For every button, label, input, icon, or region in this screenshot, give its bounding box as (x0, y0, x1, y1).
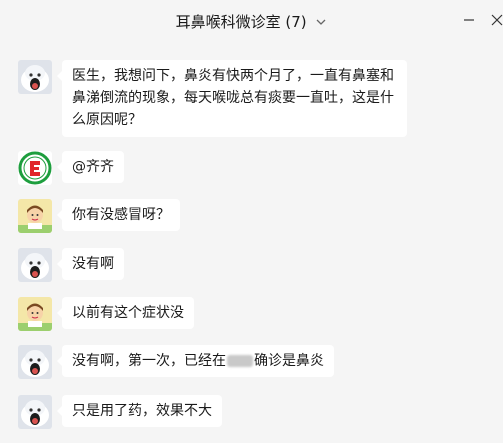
chat-window: 耳鼻喉科微诊室 (7) 医生，我想问下，鼻炎有快两个月了，一直有鼻塞和鼻涕倒流的… (0, 0, 503, 443)
message-text-before: 没有啊，第一次，已经在 (72, 353, 226, 369)
white-cat-avatar[interactable] (18, 345, 52, 379)
message-text-after: 确诊是鼻炎 (254, 353, 324, 369)
white-cat-avatar[interactable] (18, 60, 52, 94)
white-cat-avatar[interactable] (18, 248, 52, 282)
member-count: (7) (285, 13, 307, 31)
group-name: 耳鼻喉科微诊室 (175, 13, 281, 31)
message-bubble[interactable]: @齐齐 (57, 151, 124, 183)
chevron-down-icon[interactable] (315, 13, 327, 33)
message-bubble[interactable]: 医生，我想问下，鼻炎有快两个月了，一直有鼻塞和鼻涕倒流的现象，每天喉咙总有痰要一… (57, 60, 407, 137)
chat-title[interactable]: 耳鼻喉科微诊室 (7) (0, 12, 503, 33)
title-bar: 耳鼻喉科微诊室 (7) (0, 0, 503, 44)
hospital-logo-avatar[interactable] (18, 151, 52, 185)
close-icon[interactable] (489, 12, 503, 28)
redacted-text (227, 355, 253, 367)
message-bubble[interactable]: 你有没感冒呀？ (57, 199, 180, 231)
cartoon-doctor-avatar[interactable] (18, 297, 52, 331)
message-bubble[interactable]: 没有啊，第一次，已经在 确诊是鼻炎 (57, 345, 334, 377)
white-cat-avatar[interactable] (18, 395, 52, 429)
minimize-icon[interactable] (461, 12, 477, 28)
message-bubble[interactable]: 只是用了药，效果不大 (57, 395, 222, 427)
message-bubble[interactable]: 没有啊 (57, 248, 124, 280)
message-bubble[interactable]: 以前有这个症状没 (57, 297, 194, 329)
cartoon-doctor-avatar[interactable] (18, 199, 52, 233)
